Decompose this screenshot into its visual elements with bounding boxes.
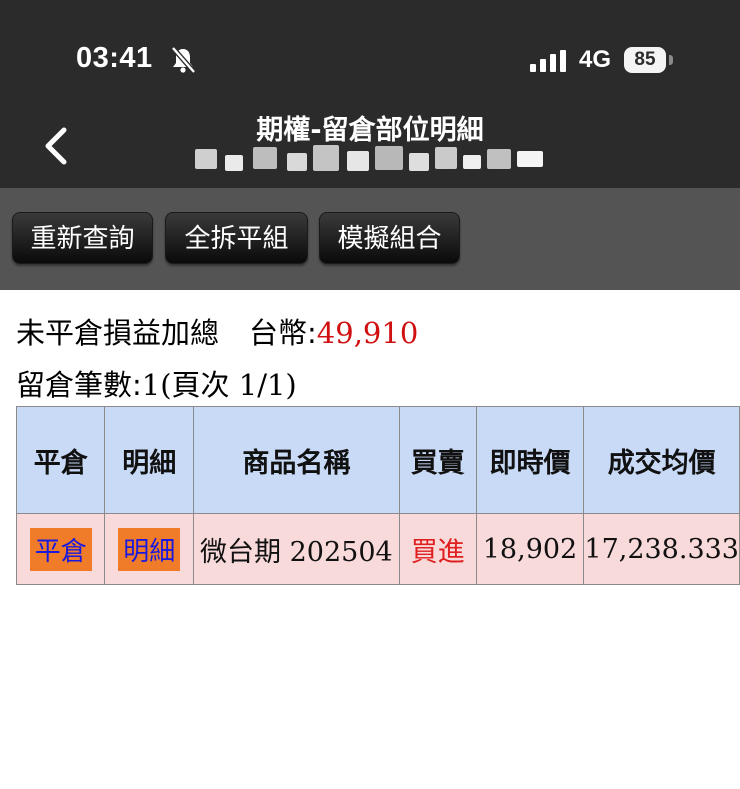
table-header-row: 平倉 明細 商品名稱 買賣 即時價 成交均價 [15, 406, 740, 514]
currency-label: 台幣: [249, 316, 317, 350]
bell-slash-icon [171, 46, 196, 74]
positions-table: 平倉 明細 商品名稱 買賣 即時價 成交均價 平倉 明細 微台期 202504 … [15, 406, 740, 585]
count-value: 1(頁次 1/1) [141, 368, 297, 402]
close-cell: 平倉 [15, 513, 106, 585]
requery-button[interactable]: 重新查詢 [12, 212, 153, 264]
pnl-label: 未平倉損益加總 [16, 316, 220, 350]
column-header-product: 商品名稱 [192, 406, 400, 514]
contract-month: 202504 [289, 536, 393, 568]
avg-price-cell: 17,238.333 [583, 513, 740, 585]
column-header-last-price: 即時價 [475, 406, 585, 514]
count-label: 留倉筆數: [16, 368, 142, 402]
product-cell: 微台期 202504 [192, 513, 400, 585]
table-row: 平倉 明細 微台期 202504 買進 18,902 17,238.333 [15, 513, 740, 585]
redacted-account-info [195, 143, 545, 173]
toolbar: 重新查詢 全拆平組 模擬組合 [0, 188, 740, 290]
position-count-summary: 留倉筆數:1(頁次 1/1) [16, 362, 297, 404]
detail-cell: 明細 [104, 513, 194, 585]
column-header-side: 買賣 [398, 406, 477, 514]
side-cell: 買進 [398, 513, 477, 585]
column-header-detail: 明細 [104, 406, 194, 514]
status-time: 03:41 [76, 42, 153, 74]
battery-tip [669, 55, 673, 65]
simulate-combo-button[interactable]: 模擬組合 [319, 212, 460, 264]
column-header-avg-price: 成交均價 [583, 406, 740, 514]
chevron-left-icon[interactable] [40, 124, 72, 168]
detail-button[interactable]: 明細 [118, 527, 181, 571]
battery-icon: 85 [624, 47, 666, 73]
pnl-value: 49,910 [316, 316, 419, 350]
app-header: 03:41 4G 85 期權-留倉部位明細 [0, 0, 740, 188]
close-position-button[interactable]: 平倉 [29, 527, 92, 571]
product-name: 微台期 [200, 536, 282, 568]
column-header-close: 平倉 [15, 406, 106, 514]
page-title: 期權-留倉部位明細 [256, 115, 484, 146]
unrealized-pnl-summary: 未平倉損益加總 台幣:49,910 [16, 310, 418, 352]
last-price-cell: 18,902 [475, 513, 585, 585]
side-value: 買進 [410, 536, 465, 568]
signal-icon [530, 50, 566, 72]
network-type: 4G [579, 46, 612, 73]
close-all-combos-button[interactable]: 全拆平組 [165, 212, 308, 264]
